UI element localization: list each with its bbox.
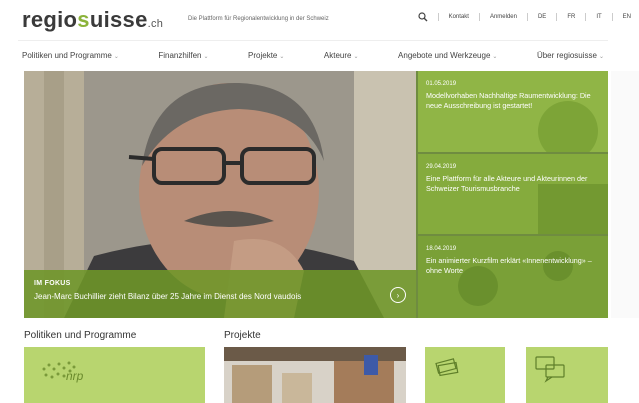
divider [556, 13, 558, 21]
main-nav: Politiken und Programme ⌄ Finanzhilfen ⌄ P… [18, 40, 608, 70]
focus-title[interactable]: Jean-Marc Buchillier zieht Bilanz über 2… [34, 292, 406, 301]
hero-carousel: IM FOKUS Jean-Marc Buchillier zieht Bila… [24, 71, 608, 318]
chevron-down-icon: ⌄ [113, 54, 119, 60]
news-date: 18.04.2019 [426, 246, 457, 252]
focus-label: IM FOKUS [34, 280, 71, 287]
chevron-down-icon: ⌄ [492, 54, 498, 60]
site-logo[interactable]: regiosuisse.ch [22, 7, 163, 33]
news-date: 01.05.2019 [426, 81, 457, 87]
exchange-tile[interactable] [526, 347, 608, 403]
search-icon[interactable] [417, 12, 428, 22]
lang-it[interactable]: IT [596, 14, 601, 20]
chevron-down-icon: ⌄ [598, 54, 604, 60]
focus-banner[interactable]: IM FOKUS Jean-Marc Buchillier zieht Bila… [24, 270, 416, 318]
chevron-down-icon: ⌄ [279, 54, 285, 60]
divider [585, 13, 587, 21]
chevron-down-icon: ⌄ [353, 54, 359, 60]
news-title[interactable]: Modellvorhaben Nachhaltige Raumentwicklu… [426, 91, 600, 111]
utility-nav: Kontakt Anmelden DE FR IT EN [417, 12, 631, 22]
section-title-projekte: Projekte [224, 330, 261, 341]
section-title-politiken: Politiken und Programme [24, 330, 137, 341]
hero-portrait-image[interactable]: IM FOKUS Jean-Marc Buchillier zieht Bila… [24, 71, 416, 318]
nav-item-finanzhilfen[interactable]: Finanzhilfen ⌄ [158, 51, 208, 60]
tools-tile[interactable] [425, 347, 505, 403]
divider [611, 13, 613, 21]
contact-link[interactable]: Kontakt [449, 14, 469, 20]
nrp-tile[interactable]: nrp [24, 347, 205, 403]
nav-item-projekte[interactable]: Projekte ⌄ [248, 51, 284, 60]
arrow-right-icon[interactable]: › [390, 287, 406, 303]
news-item[interactable]: 18.04.2019 Ein animierter Kurzfilm erklä… [418, 236, 608, 318]
lang-de[interactable]: DE [538, 14, 546, 20]
divider [478, 13, 480, 21]
page-margin [611, 71, 639, 318]
nav-item-akteure[interactable]: Akteure ⌄ [324, 51, 359, 60]
divider [526, 13, 528, 21]
lang-fr[interactable]: FR [567, 14, 575, 20]
site-header: regiosuisse.ch Die Plattform für Regiona… [0, 0, 639, 40]
nrp-logo-icon [42, 361, 76, 379]
project-image-tile[interactable] [224, 347, 406, 403]
news-date: 29.04.2019 [426, 164, 457, 170]
lang-en[interactable]: EN [623, 14, 631, 20]
news-item[interactable]: 01.05.2019 Modellvorhaben Nachhaltige Ra… [418, 71, 608, 152]
login-link[interactable]: Anmelden [490, 14, 517, 20]
nav-item-politiken[interactable]: Politiken und Programme ⌄ [22, 51, 119, 60]
divider [437, 13, 439, 21]
news-item[interactable]: 29.04.2019 Eine Plattform für alle Akteu… [418, 154, 608, 234]
chat-icon [535, 356, 565, 383]
news-title[interactable]: Ein animierter Kurzfilm erklärt «Innenen… [426, 256, 600, 276]
nav-item-ueber[interactable]: Über regiosuisse ⌄ [537, 51, 604, 60]
news-title[interactable]: Eine Plattform für alle Akteure und Akte… [426, 174, 600, 194]
site-tagline: Die Plattform für Regionalentwicklung in… [188, 16, 329, 22]
nrp-label: nrp [66, 369, 84, 383]
money-icon [435, 358, 459, 377]
chevron-down-icon: ⌄ [203, 54, 209, 60]
nav-item-angebote[interactable]: Angebote und Werkzeuge ⌄ [398, 51, 497, 60]
